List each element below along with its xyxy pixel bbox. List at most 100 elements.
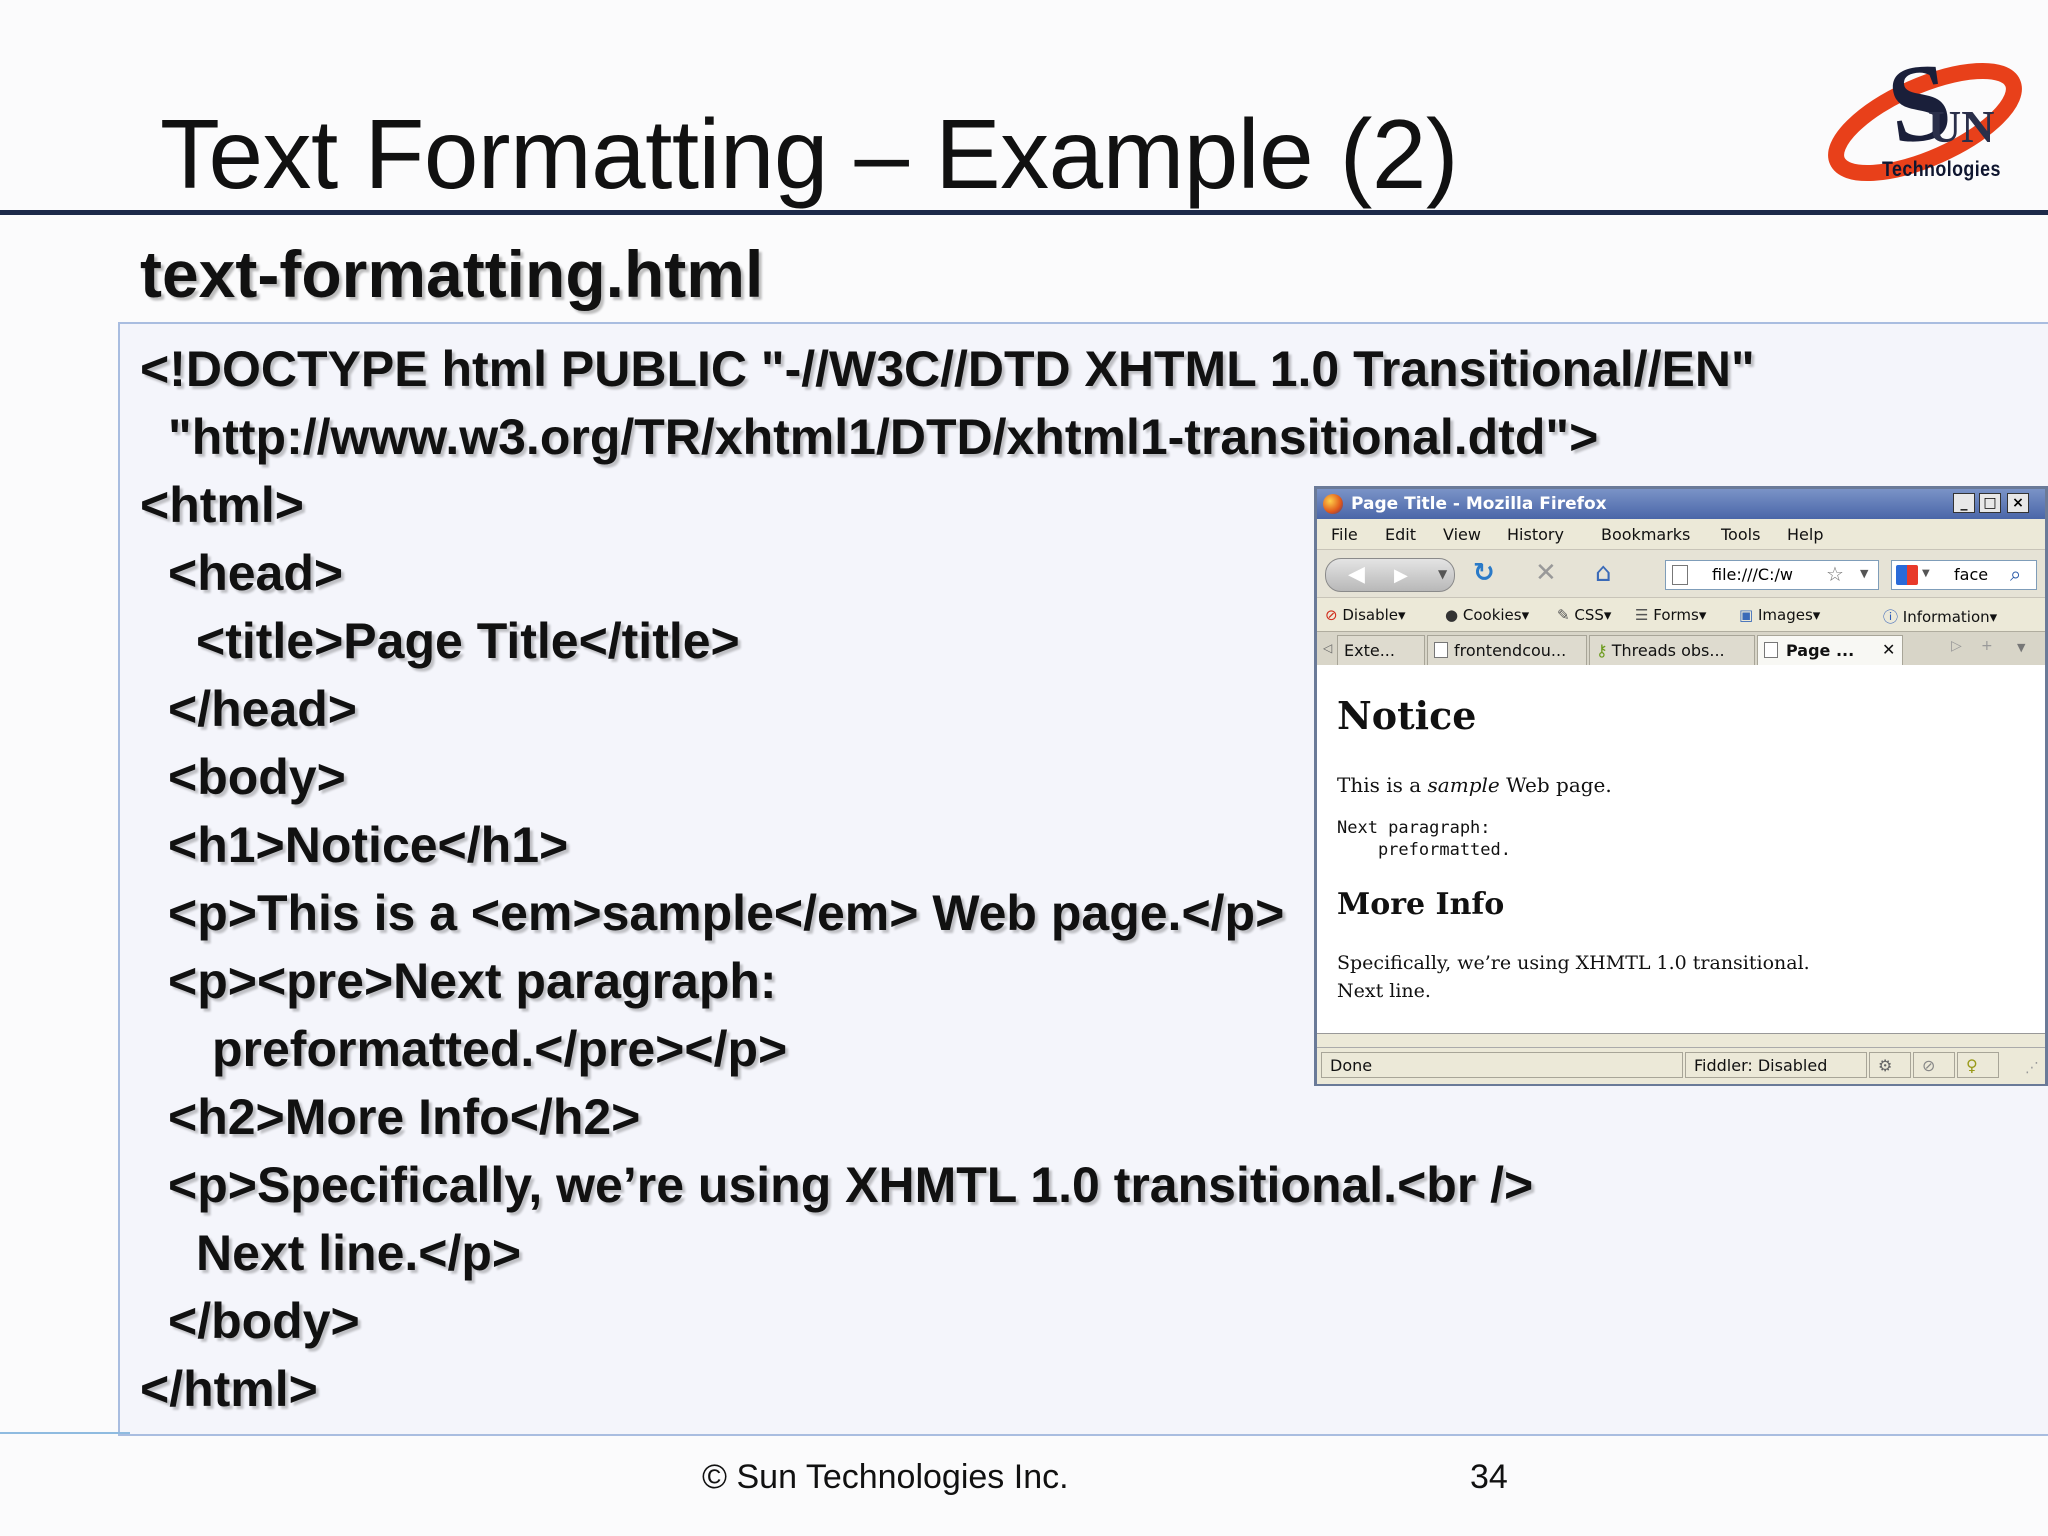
back-forward-buttons[interactable]: ◀ ▶ ▼ xyxy=(1325,558,1455,592)
tab-label: Threads obs... xyxy=(1611,641,1725,660)
menu-file[interactable]: File xyxy=(1331,525,1358,544)
home-icon[interactable]: ⌂ xyxy=(1595,558,1612,588)
back-arrow-icon[interactable]: ◀ xyxy=(1348,562,1365,587)
forward-arrow-icon[interactable]: ▶ xyxy=(1394,565,1408,586)
menu-edit[interactable]: Edit xyxy=(1385,525,1416,544)
tab-close-icon[interactable]: ✕ xyxy=(1882,640,1895,659)
footer-divider xyxy=(0,1432,130,1434)
paragraph-text: This is a xyxy=(1337,773,1428,797)
slide-title: Text Formatting – Example (2) xyxy=(160,99,1459,209)
tab-strip: ◁ Exte... frontendcou... ⚷ Threads obs...… xyxy=(1317,631,2045,667)
code-line: </body> xyxy=(168,1293,360,1349)
resize-grip-icon[interactable]: ⋰ xyxy=(2025,1060,2039,1076)
search-text[interactable]: face xyxy=(1954,565,2006,584)
web-developer-toolbar: ⊘ Disable▾ ● Cookies▾ ✎ CSS▾ ☰ Forms▾ ▣ … xyxy=(1317,597,2045,632)
filename-heading: text-formatting.html xyxy=(140,237,764,311)
search-engine-dropdown-icon[interactable]: ▼ xyxy=(1922,568,1930,579)
fiddler-status[interactable]: Fiddler: Disabled xyxy=(1685,1052,1867,1078)
code-line: <!DOCTYPE html PUBLIC "-//W3C//DTD XHTML… xyxy=(140,341,1755,397)
css-icon: ✎ xyxy=(1557,606,1570,624)
history-dropdown-icon[interactable]: ▼ xyxy=(1438,567,1447,581)
page-preformatted: Next paragraph: preformatted. xyxy=(1337,817,1511,861)
disable-menu[interactable]: ⊘ Disable▾ xyxy=(1325,606,1406,624)
information-menu[interactable]: ⓘ Information▾ xyxy=(1883,606,1997,627)
tab-frontendcourse[interactable]: frontendcou... xyxy=(1427,635,1587,665)
navigation-toolbar: ◀ ▶ ▼ ↻ ✕ ⌂ file:///C:/w ☆ ▼ ▼ face ⌕ xyxy=(1317,549,2045,598)
forms-icon: ☰ xyxy=(1635,606,1649,624)
search-icon[interactable]: ⌕ xyxy=(2010,562,2021,586)
cookies-menu[interactable]: ● Cookies▾ xyxy=(1445,606,1529,624)
block-icon[interactable]: ⊘ xyxy=(1913,1052,1955,1078)
images-icon: ▣ xyxy=(1739,606,1754,624)
css-label: CSS xyxy=(1574,606,1604,624)
menu-view[interactable]: View xyxy=(1443,525,1481,544)
firefox-window: Page Title - Mozilla Firefox _ □ × File … xyxy=(1314,486,2048,1086)
addon-icon[interactable]: ⚙ xyxy=(1869,1052,1911,1078)
information-label: Information xyxy=(1902,608,1990,626)
emphasized-text: sample xyxy=(1427,773,1500,797)
close-button[interactable]: × xyxy=(2007,493,2029,513)
maximize-button[interactable]: □ xyxy=(1979,493,2001,513)
tab-extensions[interactable]: Exte... xyxy=(1337,635,1425,665)
status-text: Done xyxy=(1321,1052,1683,1078)
page-icon xyxy=(1672,565,1688,585)
page-paragraph-2: Specifically, we’re using XHMTL 1.0 tran… xyxy=(1337,949,1810,1005)
tab-scroll-left-icon[interactable]: ◁ xyxy=(1323,641,1332,655)
code-line: <h1>Notice</h1> xyxy=(168,817,569,873)
css-menu[interactable]: ✎ CSS▾ xyxy=(1557,606,1611,624)
footer-copyright: © Sun Technologies Inc. xyxy=(702,1458,1069,1496)
code-line: </head> xyxy=(168,681,357,737)
search-engine-icon[interactable] xyxy=(1896,565,1918,585)
code-line: <p>This is a <em>sample</em> Web page.</… xyxy=(168,885,1285,941)
code-line: "http://www.w3.org/TR/xhtml1/DTD/xhtml1-… xyxy=(168,409,1599,465)
status-bar: Done Fiddler: Disabled ⚙ ⊘ ♀ ⋰ xyxy=(1317,1047,2045,1084)
code-line: <html> xyxy=(140,477,304,533)
firefox-icon xyxy=(1323,494,1343,514)
code-line: <title>Page Title</title> xyxy=(196,613,740,669)
greasemonkey-icon[interactable]: ♀ xyxy=(1957,1052,1999,1078)
menu-tools[interactable]: Tools xyxy=(1721,525,1760,544)
reload-icon[interactable]: ↻ xyxy=(1473,558,1495,588)
code-line: <p>Specifically, we’re using XHMTL 1.0 t… xyxy=(168,1157,1534,1213)
page-h2: More Info xyxy=(1337,887,1505,922)
page-icon xyxy=(1764,642,1778,658)
images-menu[interactable]: ▣ Images▾ xyxy=(1739,606,1820,624)
page-content: Notice This is a sample Web page. Next p… xyxy=(1317,665,2045,1034)
images-label: Images xyxy=(1757,606,1813,624)
stop-icon[interactable]: ✕ xyxy=(1535,558,1557,588)
tab-scroll-right-icon[interactable]: ▷ xyxy=(1951,638,1962,654)
pre-line: Next paragraph: xyxy=(1337,818,1491,838)
search-bar[interactable]: ▼ face ⌕ xyxy=(1891,560,2037,590)
paragraph-line: Next line. xyxy=(1337,980,1431,1002)
information-icon: ⓘ xyxy=(1883,608,1899,626)
bookmark-star-icon[interactable]: ☆ xyxy=(1826,562,1844,586)
code-line: Next line.</p> xyxy=(196,1225,522,1281)
disable-label: Disable xyxy=(1342,606,1399,624)
paragraph-text: Web page. xyxy=(1499,773,1612,797)
menu-help[interactable]: Help xyxy=(1787,525,1823,544)
code-line: <head> xyxy=(168,545,344,601)
svg-text:UN: UN xyxy=(1928,101,1994,152)
menu-bookmarks[interactable]: Bookmarks xyxy=(1601,525,1690,544)
tab-page-title[interactable]: Page ... ✕ xyxy=(1757,635,1903,665)
url-bar[interactable]: file:///C:/w ☆ ▼ xyxy=(1665,560,1879,590)
url-dropdown-icon[interactable]: ▼ xyxy=(1860,567,1868,580)
code-line: <h2>More Info</h2> xyxy=(168,1089,641,1145)
code-line: <body> xyxy=(168,749,346,805)
cookies-icon: ● xyxy=(1445,606,1459,624)
code-line: </html> xyxy=(140,1361,318,1417)
tab-label: frontendcou... xyxy=(1454,641,1567,660)
disable-icon: ⊘ xyxy=(1325,606,1338,624)
tab-list-dropdown-icon[interactable]: ▼ xyxy=(2017,641,2025,654)
menu-history[interactable]: History xyxy=(1507,525,1564,544)
menu-bar: File Edit View History Bookmarks Tools H… xyxy=(1317,519,2045,549)
forms-menu[interactable]: ☰ Forms▾ xyxy=(1635,606,1706,624)
tab-threads[interactable]: ⚷ Threads obs... xyxy=(1589,635,1755,665)
page-h1: Notice xyxy=(1337,693,1477,738)
new-tab-icon[interactable]: + xyxy=(1981,638,1993,654)
url-text[interactable]: file:///C:/w xyxy=(1712,565,1793,584)
minimize-button[interactable]: _ xyxy=(1953,493,1975,513)
code-line: <p><pre>Next paragraph: xyxy=(168,953,777,1009)
code-line: preformatted.</pre></p> xyxy=(212,1021,788,1077)
window-titlebar: Page Title - Mozilla Firefox _ □ × xyxy=(1317,489,2045,519)
